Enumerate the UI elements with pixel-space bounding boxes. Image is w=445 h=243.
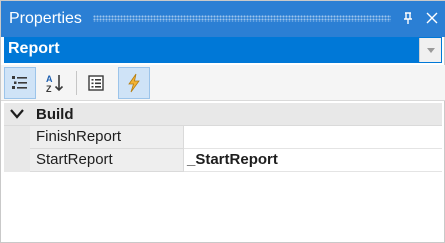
title-bar[interactable]: Properties	[1, 1, 445, 37]
properties-panel: Properties Report A Z Build FinishReport…	[0, 0, 445, 243]
category-label: Build	[36, 106, 74, 123]
properties-button[interactable]	[80, 67, 112, 99]
property-row-startreport[interactable]: StartReport _StartReport	[4, 149, 442, 172]
svg-text:A: A	[46, 74, 53, 84]
object-selector-dropdown-button[interactable]	[419, 38, 441, 62]
property-name: FinishReport	[30, 126, 184, 149]
close-button[interactable]	[421, 7, 443, 29]
close-icon	[426, 12, 438, 24]
svg-text:Z: Z	[46, 84, 52, 94]
toolbar: A Z	[1, 65, 445, 101]
property-row-finishreport[interactable]: FinishReport	[4, 126, 442, 149]
category-row-build[interactable]: Build	[4, 103, 442, 126]
object-selector-value: Report	[8, 40, 60, 57]
sort-alphabetical-icon: A Z	[46, 74, 64, 94]
panel-title: Properties	[9, 10, 82, 27]
categorized-icon	[12, 76, 27, 89]
chevron-down-icon	[426, 47, 435, 53]
row-gutter	[4, 126, 30, 149]
events-lightning-icon	[128, 73, 140, 93]
categorized-button[interactable]	[4, 67, 36, 99]
property-value[interactable]: _StartReport	[184, 149, 442, 172]
title-grip	[93, 15, 391, 22]
property-value[interactable]	[184, 126, 442, 149]
pin-icon	[404, 12, 412, 24]
toolbar-separator	[76, 71, 77, 95]
events-button[interactable]	[118, 67, 150, 99]
row-gutter	[4, 149, 30, 172]
properties-icon	[88, 75, 104, 91]
sort-alphabetical-button[interactable]: A Z	[39, 67, 71, 99]
pin-button[interactable]	[397, 7, 419, 29]
property-name: StartReport	[30, 149, 184, 172]
collapse-chevron-icon[interactable]	[9, 107, 25, 121]
object-selector[interactable]: Report	[4, 37, 442, 63]
